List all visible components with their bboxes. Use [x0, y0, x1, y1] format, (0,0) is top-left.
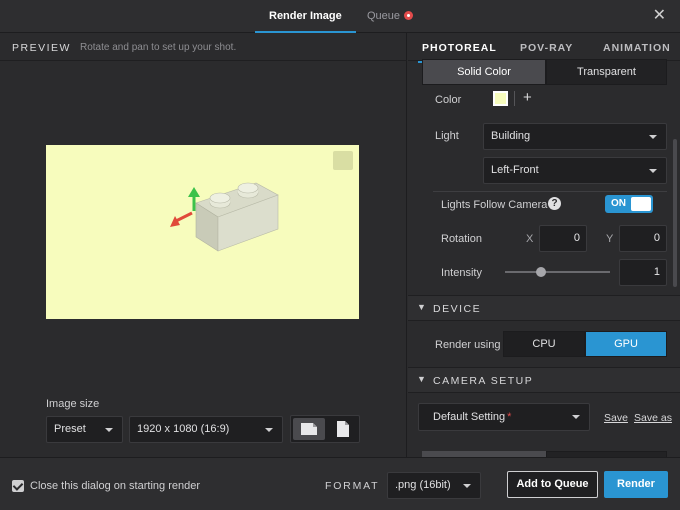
orientation-toggle: [290, 415, 360, 443]
footer-bar: Close this dialog on starting render FOR…: [0, 457, 680, 510]
intensity-label: Intensity: [441, 267, 482, 279]
landscape-icon: [301, 423, 317, 435]
settings-panel: PHOTOREAL POV-RAY ANIMATION Solid Color …: [408, 33, 680, 457]
landscape-button[interactable]: [293, 418, 325, 440]
rotation-x-input[interactable]: 0: [539, 225, 587, 252]
intensity-slider-handle[interactable]: [536, 267, 546, 277]
light-direction-dropdown[interactable]: Left-Front: [483, 157, 667, 184]
close-dialog-checkbox[interactable]: [12, 480, 24, 492]
preview-panel: PREVIEW Rotate and pan to set up your sh…: [0, 33, 407, 457]
format-dropdown-value: .png (16bit): [395, 479, 451, 491]
chevron-down-icon: ▼: [417, 374, 426, 384]
color-label: Color: [435, 94, 462, 106]
format-label: FORMAT: [325, 480, 380, 492]
save-as-link[interactable]: Save as: [634, 412, 672, 424]
intensity-input[interactable]: 1: [619, 259, 667, 286]
chevron-down-icon: ▼: [417, 302, 426, 312]
brick-model: [170, 182, 279, 252]
preview-header: PREVIEW Rotate and pan to set up your sh…: [0, 33, 407, 61]
divider: [514, 91, 515, 106]
device-title: DEVICE: [433, 303, 482, 315]
chevron-down-icon: [649, 169, 657, 173]
render-type-tabs: PHOTOREAL POV-RAY ANIMATION: [408, 33, 680, 63]
tab-queue[interactable]: Queue: [367, 0, 414, 33]
resolution-dropdown[interactable]: 1920 x 1080 (16:9): [129, 416, 283, 443]
light-dropdown-value: Building: [491, 130, 531, 142]
lights-follow-toggle[interactable]: ON: [605, 195, 653, 213]
portrait-icon: [337, 421, 349, 437]
help-icon[interactable]: ?: [548, 197, 561, 210]
save-link[interactable]: Save: [604, 412, 628, 424]
chevron-down-icon: [572, 415, 580, 419]
render-using-label: Render using: [435, 339, 501, 351]
preview-canvas[interactable]: [46, 145, 359, 319]
gpu-option[interactable]: GPU: [585, 331, 667, 357]
toggle-state: ON: [611, 198, 626, 209]
transparent-option[interactable]: Transparent: [546, 59, 667, 85]
tab-pov-ray[interactable]: POV-RAY: [520, 42, 573, 54]
queue-badge-icon: [404, 10, 414, 20]
tab-render-image-label: Render Image: [269, 10, 342, 22]
required-mark: *: [507, 411, 512, 423]
tab-queue-label: Queue: [367, 10, 401, 22]
camera-setting-dropdown[interactable]: Default Setting *: [418, 403, 590, 431]
rotation-y-label: Y: [606, 233, 614, 245]
camera-setting-value: Default Setting: [433, 411, 506, 423]
preset-dropdown[interactable]: Preset: [46, 416, 123, 443]
rotation-label: Rotation: [441, 233, 482, 245]
image-size-label: Image size: [46, 398, 100, 410]
tab-photoreal[interactable]: PHOTOREAL: [418, 42, 501, 63]
light-direction-value: Left-Front: [491, 164, 539, 176]
cpu-option[interactable]: CPU: [503, 331, 585, 357]
preview-hint: Rotate and pan to set up your shot.: [80, 42, 237, 53]
scrollbar[interactable]: [673, 139, 677, 287]
device-section-header[interactable]: ▼ DEVICE: [408, 295, 680, 321]
toggle-knob: [631, 197, 651, 211]
close-icon[interactable]: ✕: [653, 8, 666, 24]
add-to-queue-button[interactable]: Add to Queue: [507, 471, 598, 498]
camera-setup-title: CAMERA SETUP: [433, 375, 534, 387]
chevron-down-icon: [105, 428, 113, 432]
light-dropdown[interactable]: Building: [483, 123, 667, 150]
rotation-x-label: X: [526, 233, 534, 245]
chevron-down-icon: [463, 484, 471, 488]
divider: [433, 191, 667, 192]
render-button[interactable]: Render: [604, 471, 668, 498]
top-bar: Render Image Queue ✕: [0, 0, 680, 33]
lights-follow-label: Lights Follow Camera: [441, 199, 548, 211]
preview-title: PREVIEW: [12, 42, 71, 54]
rotation-y-input[interactable]: 0: [619, 225, 667, 252]
light-label: Light: [435, 130, 459, 142]
tab-animation[interactable]: ANIMATION: [603, 42, 671, 54]
format-dropdown[interactable]: .png (16bit): [387, 472, 481, 499]
preset-dropdown-value: Preset: [54, 423, 86, 435]
camera-setup-section-header[interactable]: ▼ CAMERA SETUP: [408, 367, 680, 393]
intensity-slider[interactable]: [505, 271, 610, 273]
tab-render-image[interactable]: Render Image: [255, 0, 356, 33]
resolution-dropdown-value: 1920 x 1080 (16:9): [137, 423, 230, 435]
portrait-button[interactable]: [326, 418, 358, 440]
close-dialog-label: Close this dialog on starting render: [30, 480, 200, 492]
solid-color-option[interactable]: Solid Color: [422, 59, 546, 85]
add-color-icon[interactable]: +: [523, 89, 532, 106]
chevron-down-icon: [649, 135, 657, 139]
color-swatch[interactable]: [493, 91, 508, 106]
chevron-down-icon: [265, 428, 273, 432]
